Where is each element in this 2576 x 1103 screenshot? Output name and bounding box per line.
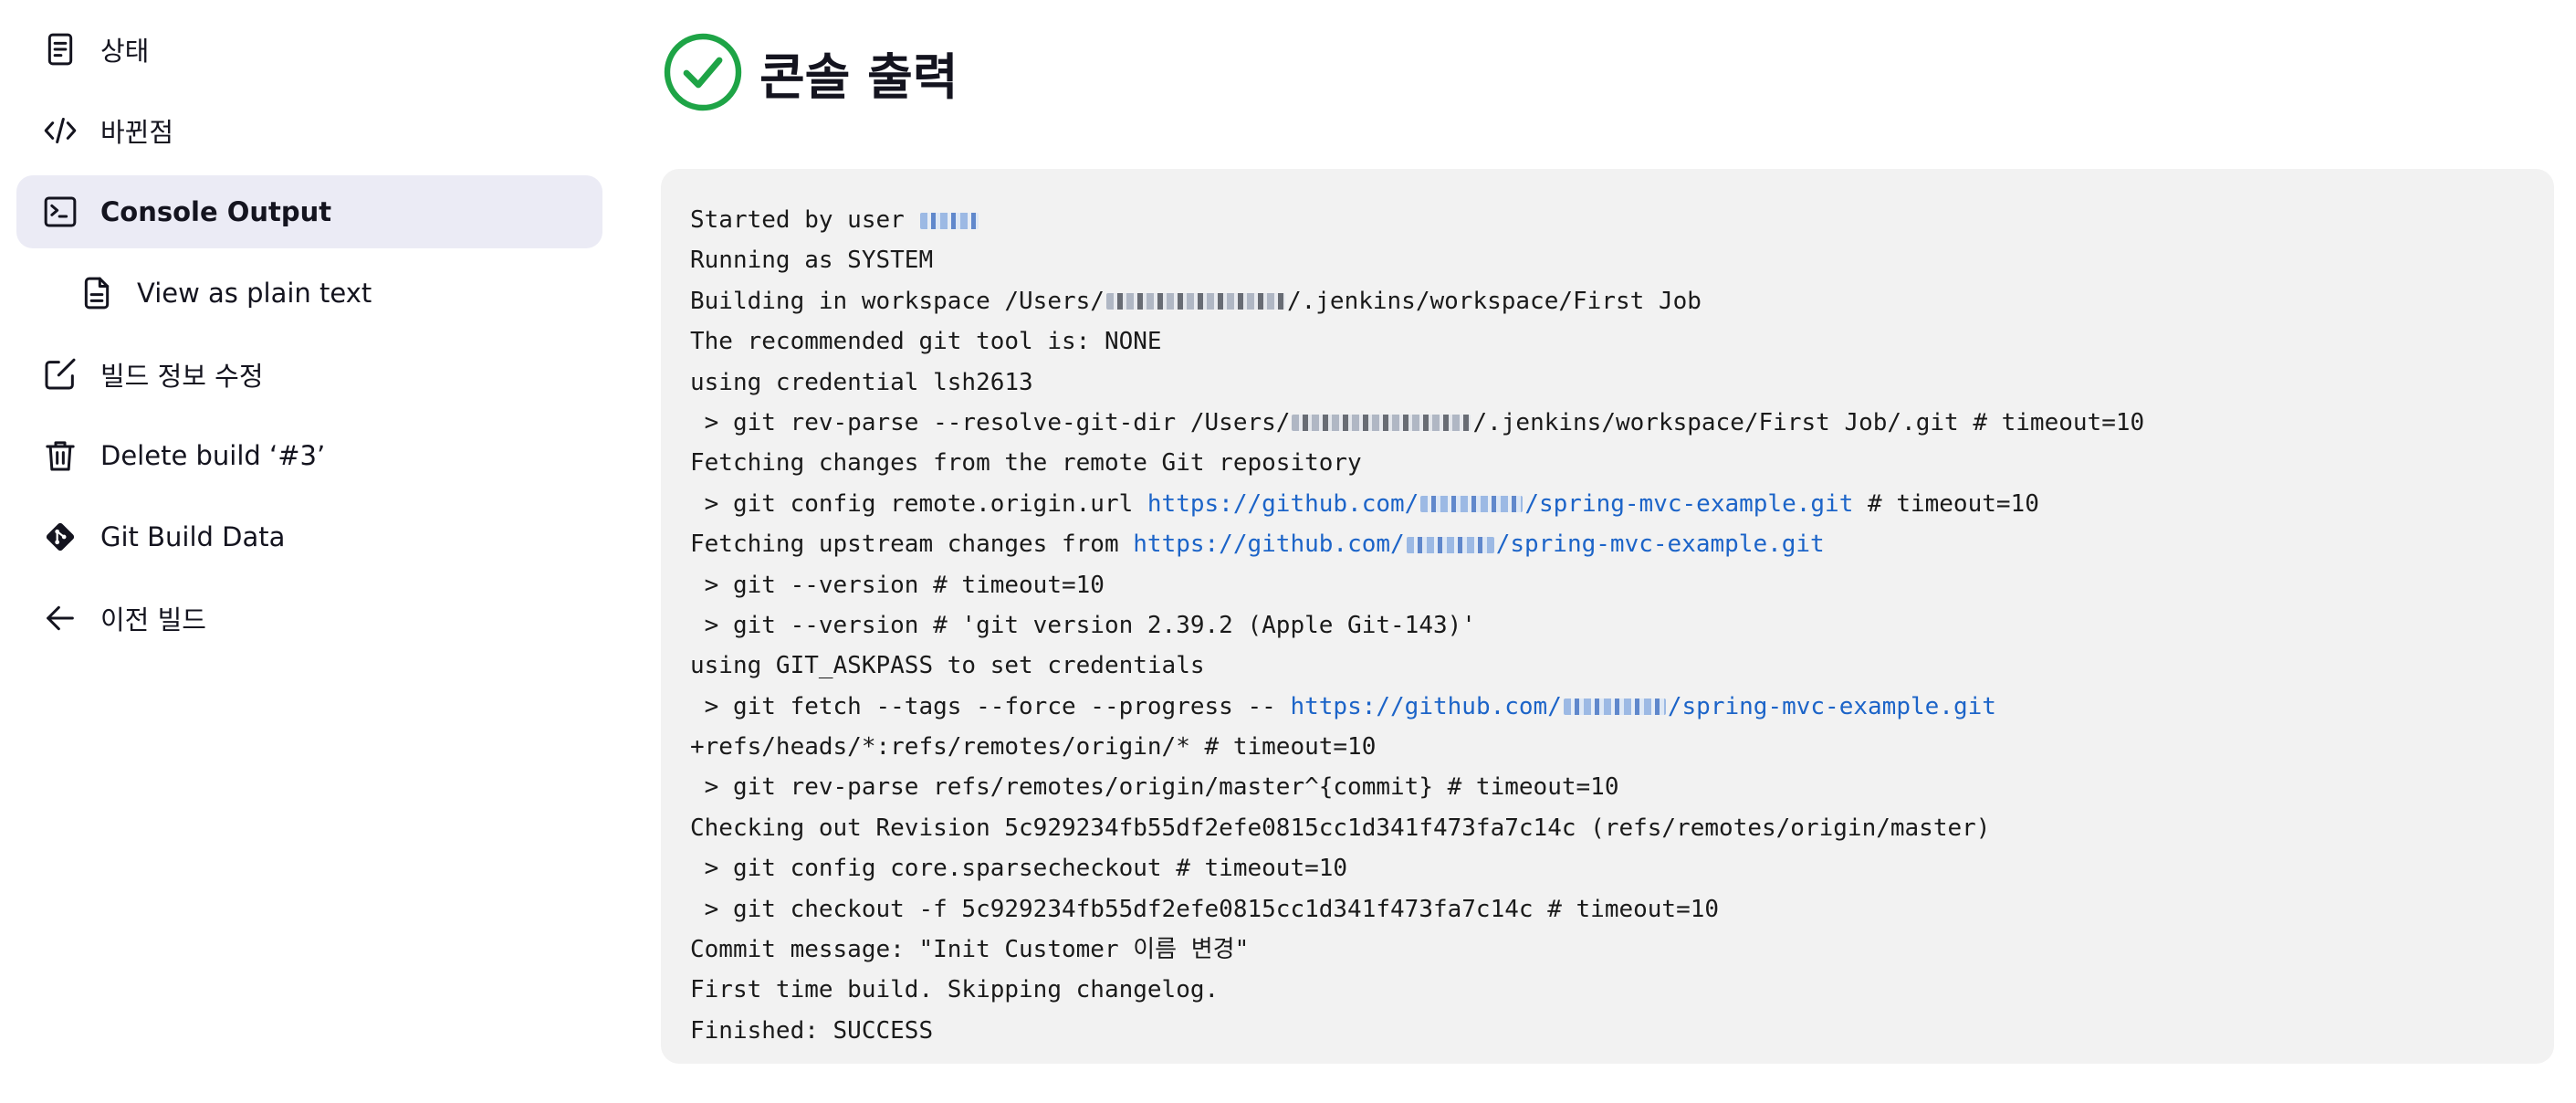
redacted-repo-owner — [1420, 496, 1524, 513]
git-icon — [40, 517, 80, 557]
console-line: using credential lsh2613 — [690, 368, 1033, 396]
arrow-left-icon — [40, 598, 80, 638]
console-line: +refs/heads/*:refs/remotes/origin/* # ti… — [690, 733, 1377, 762]
sidebar-item-delete-build[interactable]: Delete build ‘#3’ — [16, 419, 602, 492]
console-line: Checking out Revision 5c929234fb55df2efe… — [690, 814, 1991, 842]
sidebar-item-label: Git Build Data — [100, 521, 286, 552]
page-title: 콘솔 출력 — [759, 47, 958, 106]
redacted-username — [920, 212, 979, 229]
console-line: > git config core.sparsecheckout # timeo… — [690, 855, 1348, 883]
console-line: Building in workspace /Users//.jenkins/w… — [690, 287, 1702, 315]
console-line: Started by user — [690, 200, 2525, 240]
repo-link[interactable]: https://github.com//spring-mvc-example.g… — [1133, 530, 1824, 558]
sidebar-item-edit-build-info[interactable]: 빌드 정보 수정 — [16, 338, 602, 411]
console-line: First time build. Skipping changelog. — [690, 976, 1220, 1004]
console-line: Fetching upstream changes from https://g… — [690, 530, 1825, 559]
console-line: > git --version # timeout=10 — [690, 571, 1105, 599]
redacted-path — [1105, 293, 1285, 310]
sidebar-item-label: 빌드 정보 수정 — [100, 361, 264, 392]
sidebar-item-label: 바뀐점 — [100, 117, 174, 148]
console-line: Finished: SUCCESS — [690, 1016, 934, 1045]
trash-icon — [40, 436, 80, 476]
terminal-icon — [40, 192, 80, 232]
console-line: using GIT_ASKPASS to set credentials — [690, 652, 1205, 680]
redacted-path — [1292, 415, 1471, 432]
sidebar-item-previous-build[interactable]: 이전 빌드 — [16, 582, 602, 655]
sidebar-item-view-plain-text[interactable]: View as plain text — [16, 257, 602, 330]
console-line: > git rev-parse refs/remotes/origin/mast… — [690, 773, 1619, 802]
console-line: > git checkout -f 5c929234fb55df2efe0815… — [690, 895, 1720, 923]
sidebar-item-label: View as plain text — [137, 278, 372, 309]
sidebar-item-label: 상태 — [100, 36, 150, 67]
redacted-repo-owner — [1563, 699, 1666, 716]
code-icon — [40, 110, 80, 151]
jenkins-console-page: 상태 바뀐점 Console Output View as plain text… — [0, 0, 2576, 1103]
file-text-icon — [77, 273, 117, 313]
repo-link[interactable]: https://github.com//spring-mvc-example.g… — [1147, 490, 1853, 518]
sidebar-item-label: 이전 빌드 — [100, 604, 206, 636]
console-line: The recommended git tool is: NONE — [690, 328, 1162, 356]
sidebar-item-status[interactable]: 상태 — [16, 13, 602, 86]
repo-link[interactable]: https://github.com//spring-mvc-example.g… — [1290, 693, 1995, 720]
console-line: > git config remote.origin.url https://g… — [690, 489, 2039, 518]
console-line: > git rev-parse --resolve-git-dir /Users… — [690, 408, 2145, 436]
console-line: > git fetch --tags --force --progress --… — [690, 692, 1996, 720]
console-line: Running as SYSTEM — [690, 247, 934, 275]
sidebar-item-console-output[interactable]: Console Output — [16, 175, 602, 248]
console-output: Started by user Running as SYSTEM Buildi… — [661, 169, 2554, 1064]
success-check-icon — [663, 32, 743, 112]
redacted-repo-owner — [1406, 536, 1494, 553]
page-header: 콘솔 출력 — [663, 31, 958, 113]
sidebar-item-changes[interactable]: 바뀐점 — [16, 94, 602, 167]
sidebar-item-git-build-data[interactable]: Git Build Data — [16, 500, 602, 573]
sidebar-item-label: Console Output — [100, 196, 332, 227]
console-line: Fetching changes from the remote Git rep… — [690, 449, 1362, 478]
status-document-icon — [40, 29, 80, 69]
sidebar: 상태 바뀐점 Console Output View as plain text… — [16, 13, 602, 663]
console-line: > git --version # 'git version 2.39.2 (A… — [690, 611, 1476, 639]
edit-icon — [40, 354, 80, 394]
console-line: Commit message: "Init Customer 이름 변경" — [690, 936, 1250, 964]
sidebar-item-label: Delete build ‘#3’ — [100, 440, 326, 471]
